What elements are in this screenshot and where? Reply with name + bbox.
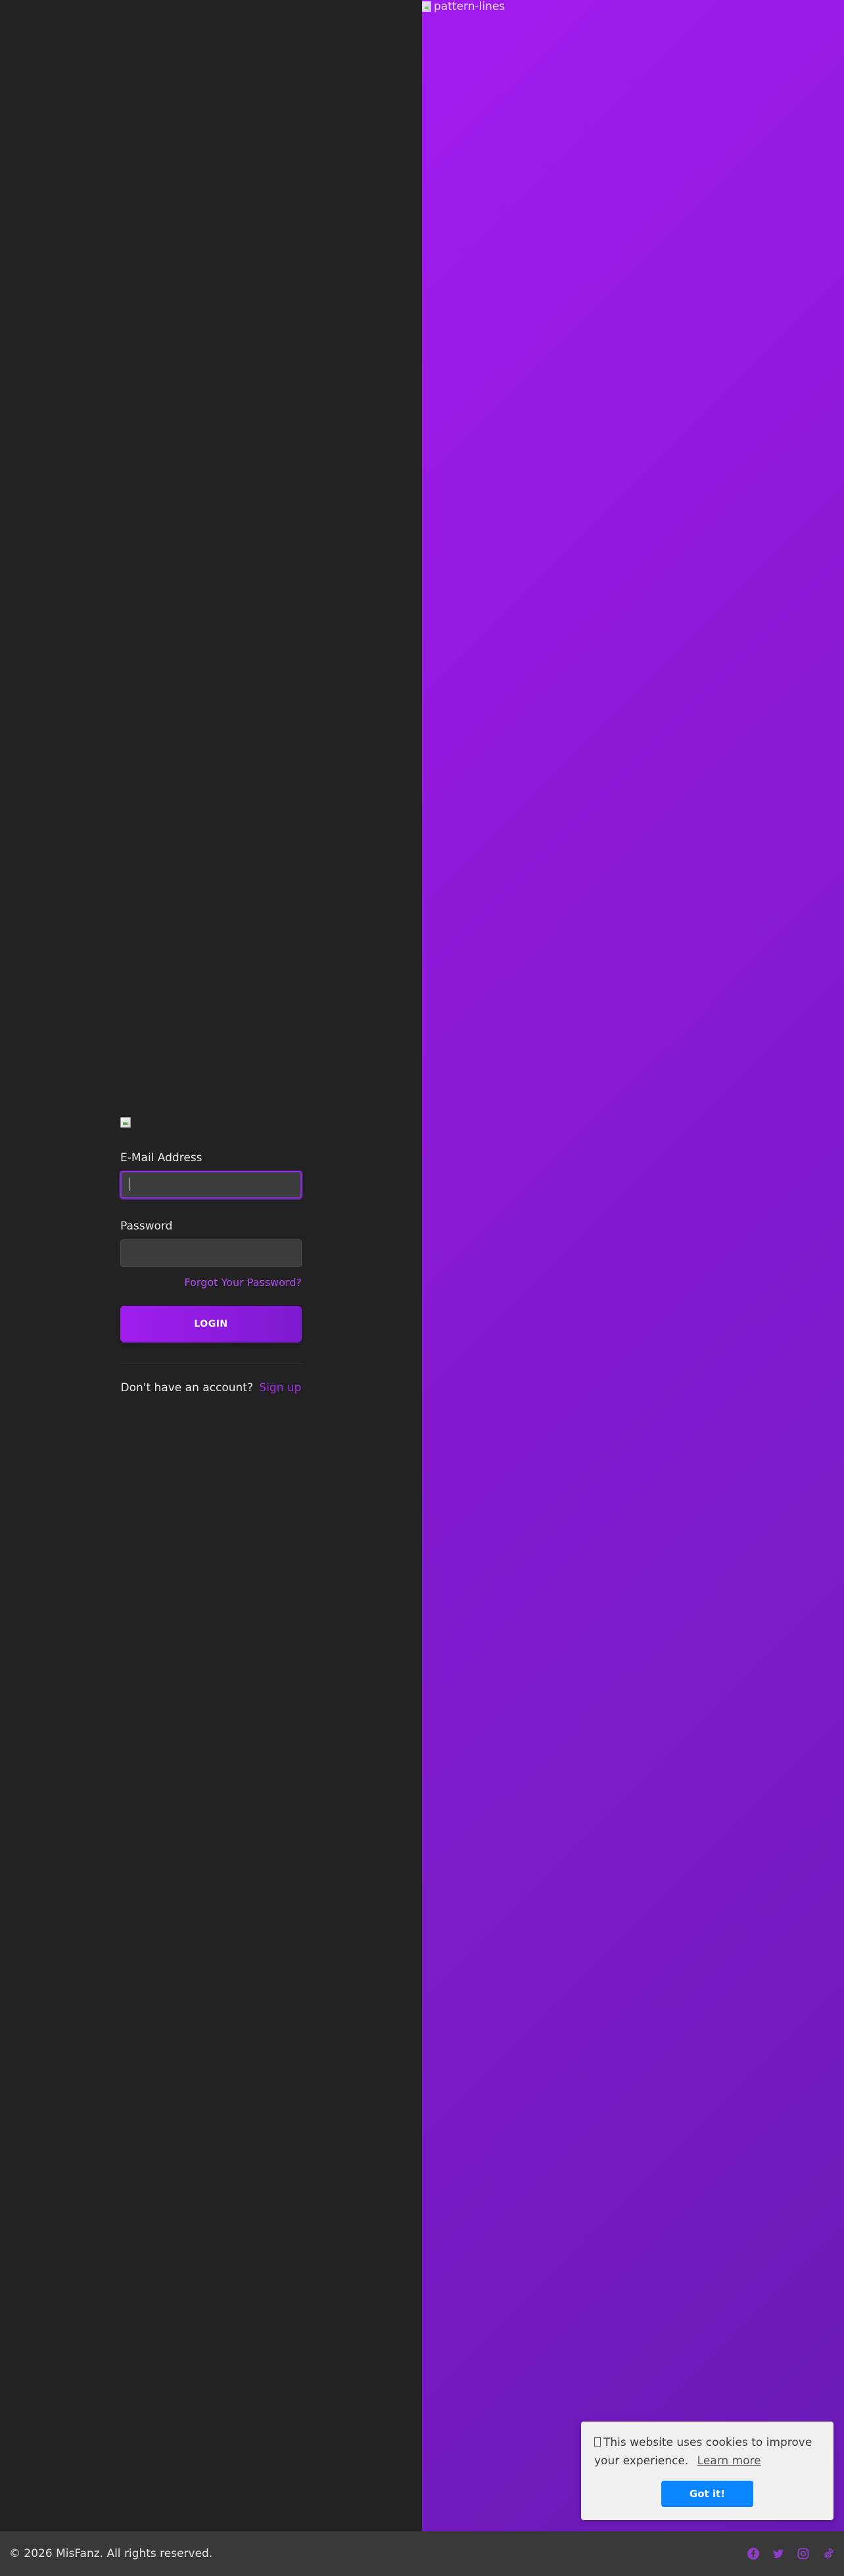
hero-panel: pattern-lines [422, 0, 844, 2531]
social-links [747, 2547, 835, 2560]
login-button[interactable]: LOGIN [120, 1306, 302, 1343]
got-it-button[interactable]: Got it! [661, 2481, 753, 2507]
learn-more-link[interactable]: Learn more [697, 2454, 761, 2468]
signup-row: Don't have an account? Sign up [120, 1381, 302, 1394]
cookie-icon [594, 2437, 601, 2447]
cookie-text: This website uses cookies to improve you… [594, 2433, 820, 2470]
footer: © 2026 MisFanz. All rights reserved. [0, 2531, 844, 2576]
signup-prompt: Don't have an account? [120, 1381, 253, 1394]
left-panel: E-Mail Address Password Forgot Your Pass… [0, 0, 422, 2531]
forgot-row: Forgot Your Password? [120, 1276, 302, 1289]
pattern-lines-image: pattern-lines [422, 0, 505, 13]
tiktok-icon[interactable] [822, 2547, 835, 2560]
facebook-icon[interactable] [747, 2547, 760, 2560]
login-form: E-Mail Address Password Forgot Your Pass… [120, 1117, 302, 1394]
page: E-Mail Address Password Forgot Your Pass… [0, 0, 844, 2576]
broken-image-icon [422, 1, 431, 12]
copyright-text: © 2026 MisFanz. All rights reserved. [9, 2547, 213, 2560]
cookie-banner: This website uses cookies to improve you… [581, 2422, 833, 2520]
email-input-wrap [120, 1171, 302, 1199]
instagram-icon[interactable] [797, 2547, 810, 2560]
logo-image [120, 1117, 131, 1128]
image-alt-text: pattern-lines [434, 0, 505, 13]
forgot-password-link[interactable]: Forgot Your Password? [185, 1276, 302, 1289]
signup-link[interactable]: Sign up [259, 1381, 301, 1394]
password-label: Password [120, 1220, 173, 1233]
email-label: E-Mail Address [120, 1151, 202, 1164]
email-input[interactable] [120, 1171, 302, 1199]
password-input[interactable] [120, 1239, 302, 1267]
twitter-icon[interactable] [772, 2547, 785, 2560]
